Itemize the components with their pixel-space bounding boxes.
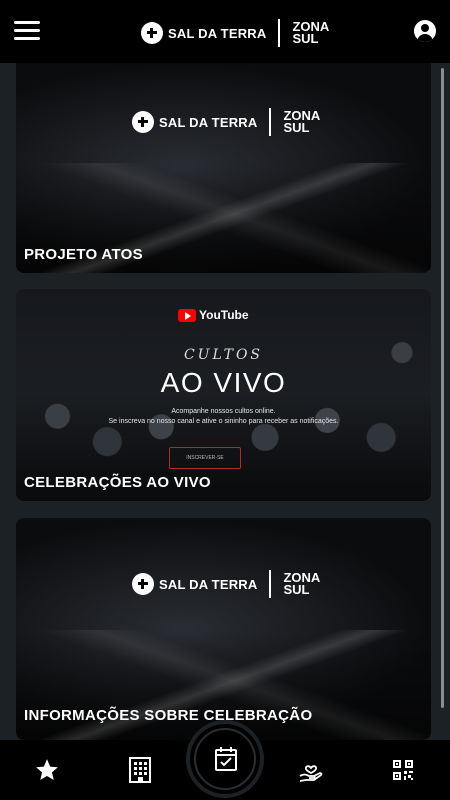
card-title: INFORMAÇÕES SOBRE CELEBRAÇÃO bbox=[24, 707, 313, 724]
hamburger-menu-icon[interactable] bbox=[14, 21, 40, 41]
subtitle-line-2: Se inscreva no nosso canal e ative o sin… bbox=[108, 418, 339, 425]
header-logo: SAL DA TERRA ZONA SUL bbox=[141, 19, 329, 47]
card-celebracoes-ao-vivo[interactable]: YouTube CULTOS AO VIVO Acompanhe nossos … bbox=[16, 289, 431, 501]
logo-mark-icon bbox=[132, 573, 154, 595]
top-app-bar: SAL DA TERRA ZONA SUL bbox=[0, 0, 450, 63]
card-projeto-atos[interactable]: SAL DA TERRA ZONA SUL PROJETO ATOS bbox=[16, 63, 431, 273]
card-logo: SAL DA TERRA ZONA SUL bbox=[132, 108, 320, 136]
card-title: CELEBRAÇÕES AO VIVO bbox=[24, 474, 211, 491]
logo-mark-icon bbox=[132, 111, 154, 133]
logo-zona: ZONA SUL bbox=[292, 19, 330, 46]
youtube-play-icon bbox=[178, 308, 196, 322]
building-icon[interactable] bbox=[125, 756, 155, 784]
card-title: PROJETO ATOS bbox=[24, 246, 143, 263]
youtube-logo: YouTube bbox=[178, 308, 249, 322]
star-icon[interactable] bbox=[32, 756, 62, 784]
subtitle-line-1: Acompanhe nossos cultos online. bbox=[171, 408, 276, 415]
qr-code-icon[interactable] bbox=[388, 756, 418, 784]
logo-name: SAL DA TERRA bbox=[168, 25, 267, 41]
calendar-check-button[interactable] bbox=[186, 720, 264, 798]
hand-heart-icon[interactable] bbox=[296, 756, 326, 784]
cultos-label: CULTOS bbox=[183, 347, 264, 363]
logo-divider bbox=[278, 19, 281, 47]
calendar-check-icon bbox=[214, 746, 238, 777]
logo-mark-icon bbox=[141, 22, 163, 44]
card-informacoes-celebracao[interactable]: SAL DA TERRA ZONA SUL INFORMAÇÕES SOBRE … bbox=[16, 518, 431, 740]
subscribe-button[interactable]: INSCREVER-SE bbox=[169, 447, 241, 469]
scrollbar[interactable] bbox=[441, 68, 444, 708]
ao-vivo-heading: AO VIVO bbox=[160, 367, 287, 398]
card-logo: SAL DA TERRA ZONA SUL bbox=[132, 570, 320, 598]
account-circle-icon[interactable] bbox=[414, 20, 436, 42]
